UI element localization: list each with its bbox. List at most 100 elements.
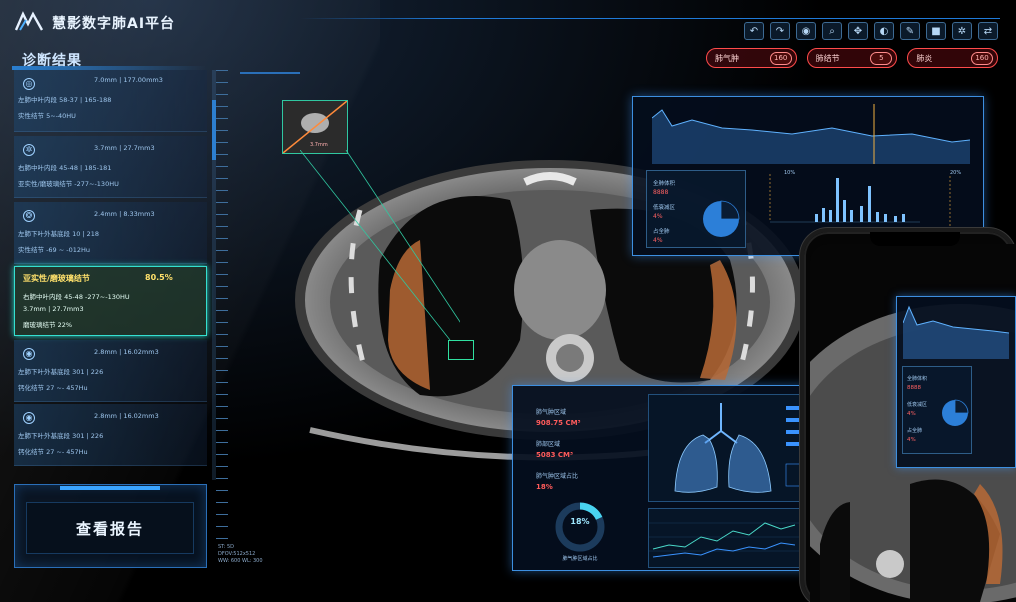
nodule-icon: ✲ xyxy=(23,144,35,156)
move-icon[interactable]: ✥ xyxy=(848,22,868,40)
donut-percent: 18% xyxy=(570,517,590,526)
logo-icon xyxy=(14,11,44,31)
tag-label: 肺炎 xyxy=(916,53,933,63)
item-location: 左肺下叶外基底段 301 | 226 xyxy=(18,368,104,376)
nodule-icon: ◉ xyxy=(23,412,35,424)
item-ratio: 磨玻璃结节 22% xyxy=(23,321,73,329)
stat-value: 8888 xyxy=(653,189,669,196)
metric-value: 5083 CM³ xyxy=(536,451,574,459)
item-probability: 80.5% xyxy=(145,273,173,282)
undo-icon[interactable]: ↶ xyxy=(744,22,764,40)
metric-label: 肺部区域 xyxy=(536,441,561,448)
scan-param: WW: 600 WL: 300 xyxy=(218,558,263,564)
item-size: 3.7mm | 27.7mm3 xyxy=(94,144,155,152)
phone-volume-stats: 全肺体积 8888 低衰减区 4% 占全肺 4% xyxy=(902,366,972,454)
contrast-icon[interactable]: ◐ xyxy=(874,22,894,40)
nodule-icon: ◉ xyxy=(23,348,35,360)
pen-icon[interactable]: ✎ xyxy=(900,22,920,40)
list-item[interactable]: ◉ 2.8mm | 16.02mm3 左肺下叶外基底段 301 | 226 钙化… xyxy=(14,340,207,402)
stat-label: 占全肺 xyxy=(907,428,923,434)
report-frame-accent xyxy=(60,486,160,490)
list-item[interactable]: ◎ 7.0mm | 177.00mm3 左肺中叶内段 58-37 | 165-1… xyxy=(14,70,207,132)
tag-badge: 160 xyxy=(769,51,792,65)
ruler-mark xyxy=(240,72,300,74)
tag-pneumonia[interactable]: 肺炎 160 xyxy=(907,48,999,68)
app-title: 慧影数字肺AI平台 xyxy=(52,16,176,32)
stat-value: 4% xyxy=(653,213,663,220)
metric-value: 18% xyxy=(536,483,553,491)
square-icon[interactable]: ■ xyxy=(926,22,946,40)
tag-label: 肺气肿 xyxy=(715,53,739,63)
list-item[interactable]: ◉ 2.8mm | 16.02mm3 左肺下叶外基底段 301 | 226 钙化… xyxy=(14,404,207,466)
item-location: 左肺中叶内段 58-37 | 165-188 xyxy=(18,96,112,104)
stat-value: 8888 xyxy=(907,385,921,391)
nodule-roi-box[interactable] xyxy=(448,340,474,360)
tag-badge: 160 xyxy=(971,51,994,65)
results-list: ◎ 7.0mm | 177.00mm3 左肺中叶内段 58-37 | 165-1… xyxy=(14,70,207,470)
axis-label: 10% xyxy=(784,170,795,176)
item-type: 实性结节 -69 ~ -012Hu xyxy=(18,246,91,254)
item-size: 2.8mm | 16.02mm3 xyxy=(94,348,159,356)
stat-value: 4% xyxy=(653,237,663,244)
trend-lines xyxy=(649,522,799,558)
item-type: 亚实性/磨玻璃结节 xyxy=(23,274,90,283)
phone-pie-chart xyxy=(942,399,969,426)
volume-pie-chart xyxy=(703,200,740,237)
measure-ruler xyxy=(216,70,228,550)
nodule-icon: ◎ xyxy=(23,78,35,90)
metric-label: 肺气肿区域占比 xyxy=(536,473,579,480)
scan-parameters: ST: 5D DFOV:512x512 WW: 600 WL: 300 xyxy=(218,544,308,565)
item-size: 3.7mm | 27.7mm3 xyxy=(23,305,84,313)
item-location: 右肺中叶内段 45-48 | 185-181 xyxy=(18,164,112,172)
phone-density-chart xyxy=(903,305,1009,359)
item-size: 2.4mm | 8.33mm3 xyxy=(94,210,155,218)
item-location: 右肺中叶内段 45-48 -277~-130HU xyxy=(23,293,130,301)
density-curve-chart xyxy=(652,104,970,164)
toolbar: ↶ ↷ ◉ ⌕ ✥ ◐ ✎ ■ ✲ ⇄ xyxy=(744,22,1002,42)
scan-param: ST: 5D xyxy=(218,544,234,550)
metric-value: 908.75 CM³ xyxy=(536,419,581,427)
tag-label: 肺结节 xyxy=(815,53,840,63)
eye-icon[interactable]: ◉ xyxy=(796,22,816,40)
emphysema-ratio-donut xyxy=(555,502,605,552)
tag-emphysema[interactable]: 肺气肿 160 xyxy=(706,48,797,68)
stat-label: 低衰减区 xyxy=(907,402,928,408)
metric-label: 肺气肿区域 xyxy=(536,409,567,416)
tag-nodule[interactable]: 肺结节 5 xyxy=(806,48,898,68)
axis-label: 20% xyxy=(950,170,961,176)
item-location: 左肺下叶外基底段 10 | 218 xyxy=(18,230,100,238)
donut-caption: 肺气肿区域占比 xyxy=(562,556,598,562)
list-item[interactable]: ✲ 3.7mm | 27.7mm3 右肺中叶内段 45-48 | 185-181… xyxy=(14,136,207,198)
lung-3d-render xyxy=(674,403,772,493)
redo-icon[interactable]: ↷ xyxy=(770,22,790,40)
phone-notch xyxy=(870,232,960,246)
lung-volume-stats: 全肺体积 8888 低衰减区 4% 占全肺 4% xyxy=(646,170,746,248)
scan-param: DFOV:512x512 xyxy=(218,551,256,557)
lung-3d-view[interactable] xyxy=(648,394,800,502)
item-size: 2.8mm | 16.02mm3 xyxy=(94,412,159,420)
settings-icon[interactable]: ✲ xyxy=(952,22,972,40)
stat-value: 4% xyxy=(907,437,916,443)
list-item-selected[interactable]: 亚实性/磨玻璃结节 80.5% 右肺中叶内段 45-48 -277~-130HU… xyxy=(14,266,207,336)
header-divider xyxy=(300,18,1000,19)
view-report-button[interactable]: 查看报告 xyxy=(26,502,194,554)
share-icon[interactable]: ⇄ xyxy=(978,22,998,40)
item-type: 实性结节 5~-40HU xyxy=(18,112,76,120)
stat-label: 占全肺 xyxy=(653,229,670,235)
item-location: 左肺下叶外基底段 301 | 226 xyxy=(18,432,104,440)
zoom-leader-lines xyxy=(300,150,460,341)
zoom-measure-label: 3.7mm xyxy=(310,142,328,148)
stat-value: 4% xyxy=(907,411,916,417)
stat-label: 低衰减区 xyxy=(653,205,676,211)
trend-line-chart xyxy=(648,508,800,568)
item-size: 7.0mm | 177.00mm3 xyxy=(94,76,163,84)
list-item[interactable]: ❂ 2.4mm | 8.33mm3 左肺下叶外基底段 10 | 218 实性结节… xyxy=(14,202,207,264)
nodule-icon: ❂ xyxy=(23,210,35,222)
item-type: 钙化结节 27 ~- 457Hu xyxy=(18,448,88,456)
tag-badge: 5 xyxy=(870,51,893,65)
zoom-icon[interactable]: ⌕ xyxy=(822,22,842,40)
stat-label: 全肺体积 xyxy=(653,181,676,187)
item-type: 钙化结节 27 ~- 457Hu xyxy=(18,384,88,392)
finding-tags: 肺气肿 160 肺结节 5 肺炎 160 xyxy=(706,48,999,70)
item-type: 亚实性/磨玻璃结节 -277~-130HU xyxy=(18,180,119,188)
